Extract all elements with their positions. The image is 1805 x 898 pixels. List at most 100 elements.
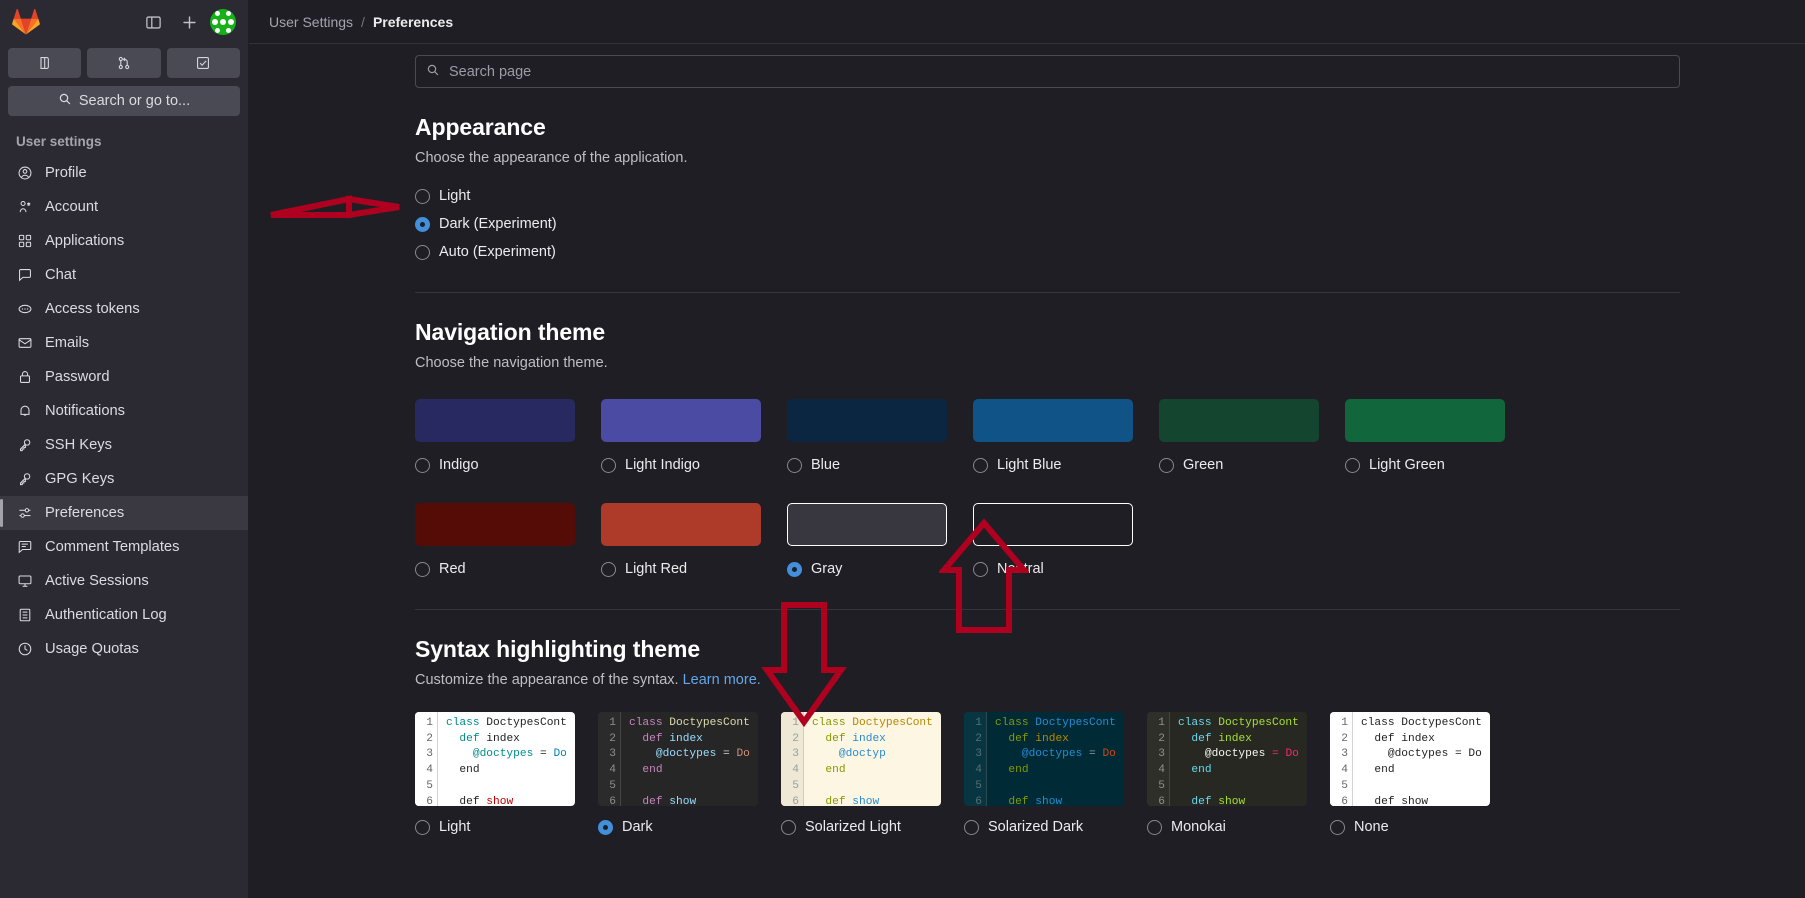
theme-radio-row[interactable]: Green	[1159, 453, 1319, 477]
sidebar-item-gpg-keys[interactable]: GPG Keys	[0, 462, 248, 496]
merge-requests-shortcut[interactable]	[87, 48, 161, 78]
syntax-theme-option-solarized-dark[interactable]: 1 2 3 4 5 6 class DoctypesCont def index …	[964, 712, 1124, 839]
navigation-theme-option-gray[interactable]: Gray	[787, 503, 947, 581]
navigation-theme-option-light-red[interactable]: Light Red	[601, 503, 761, 581]
todos-shortcut[interactable]	[166, 48, 240, 78]
sidebar-item-password[interactable]: Password	[0, 360, 248, 394]
radio-indicator	[415, 561, 430, 577]
syntax-radio-row[interactable]: Light	[415, 815, 575, 839]
appearance-title: Appearance	[415, 114, 546, 140]
navigation-theme-option-light-green[interactable]: Light Green	[1345, 399, 1505, 477]
theme-color-swatch[interactable]	[601, 399, 761, 442]
panel-toggle-icon[interactable]	[138, 7, 168, 37]
code-preview[interactable]: 1 2 3 4 5 6 class DoctypesCont def index …	[1330, 712, 1490, 806]
navigation-theme-option-green[interactable]: Green	[1159, 399, 1319, 477]
syntax-option-label: Light	[439, 819, 471, 835]
syntax-theme-option-solarized-light[interactable]: 1 2 3 4 5 6 class DoctypesCont def index …	[781, 712, 941, 839]
user-avatar[interactable]	[210, 9, 236, 35]
theme-option-label: Neutral	[997, 561, 1044, 577]
appearance-option-light[interactable]: Light	[415, 184, 1680, 208]
sidebar-item-account[interactable]: Account	[0, 190, 248, 224]
syntax-radio-row[interactable]: Solarized Light	[781, 815, 941, 839]
search-icon	[58, 92, 72, 110]
sidebar-item-notifications[interactable]: Notifications	[0, 394, 248, 428]
theme-radio-row[interactable]: Gray	[787, 557, 947, 581]
navigation-theme-option-light-blue[interactable]: Light Blue	[973, 399, 1133, 477]
theme-radio-row[interactable]: Blue	[787, 453, 947, 477]
syntax-theme-option-light[interactable]: 1 2 3 4 5 6 class DoctypesCont def index …	[415, 712, 575, 839]
theme-radio-row[interactable]: Red	[415, 557, 575, 581]
theme-radio-row[interactable]: Light Indigo	[601, 453, 761, 477]
theme-option-label: Indigo	[439, 457, 479, 473]
navigation-theme-option-indigo[interactable]: Indigo	[415, 399, 575, 477]
theme-radio-row[interactable]: Light Blue	[973, 453, 1133, 477]
comment-template-icon	[16, 539, 33, 556]
code-preview[interactable]: 1 2 3 4 5 6 class DoctypesCont def index …	[964, 712, 1124, 806]
theme-color-swatch[interactable]	[787, 503, 947, 546]
sidebar-item-applications[interactable]: Applications	[0, 224, 248, 258]
theme-color-swatch[interactable]	[1159, 399, 1319, 442]
appearance-option-auto[interactable]: Auto (Experiment)	[415, 240, 1680, 264]
sidebar-item-label: Access tokens	[45, 301, 140, 317]
sidebar-item-ssh-keys[interactable]: SSH Keys	[0, 428, 248, 462]
code-preview[interactable]: 1 2 3 4 5 6 class DoctypesCont def index …	[1147, 712, 1307, 806]
theme-option-label: Light Blue	[997, 457, 1062, 473]
syntax-theme-option-dark[interactable]: 1 2 3 4 5 6 class DoctypesCont def index …	[598, 712, 758, 839]
appearance-option-label: Dark (Experiment)	[439, 216, 557, 232]
syntax-radio-row[interactable]: Dark	[598, 815, 758, 839]
theme-color-swatch[interactable]	[787, 399, 947, 442]
theme-color-swatch[interactable]	[973, 503, 1133, 546]
radio-indicator	[787, 457, 802, 473]
breadcrumb-current: Preferences	[372, 13, 454, 30]
sidebar-item-profile[interactable]: Profile	[0, 156, 248, 190]
theme-radio-row[interactable]: Neutral	[973, 557, 1133, 581]
syntax-theme-option-monokai[interactable]: 1 2 3 4 5 6 class DoctypesCont def index …	[1147, 712, 1307, 839]
code-line-numbers: 1 2 3 4 5 6	[598, 712, 620, 806]
appearance-option-dark[interactable]: Dark (Experiment)	[415, 212, 1680, 236]
sidebar-item-chat[interactable]: Chat	[0, 258, 248, 292]
theme-color-swatch[interactable]	[601, 503, 761, 546]
gitlab-logo-icon[interactable]	[12, 8, 40, 36]
navigation-theme-option-red[interactable]: Red	[415, 503, 575, 581]
sidebar-item-usage-quotas[interactable]: Usage Quotas	[0, 632, 248, 666]
radio-indicator	[598, 819, 613, 835]
syntax-theme-grid: 1 2 3 4 5 6 class DoctypesCont def index …	[415, 712, 1680, 839]
sidebar-item-access-tokens[interactable]: Access tokens	[0, 292, 248, 326]
navigation-theme-option-neutral[interactable]: Neutral	[973, 503, 1133, 581]
search-input[interactable]: Search or go to...	[8, 86, 240, 116]
issues-shortcut[interactable]	[8, 48, 82, 78]
syntax-option-label: Monokai	[1171, 819, 1226, 835]
theme-radio-row[interactable]: Indigo	[415, 453, 575, 477]
code-preview[interactable]: 1 2 3 4 5 6 class DoctypesCont def index …	[598, 712, 758, 806]
theme-radio-row[interactable]: Light Red	[601, 557, 761, 581]
sidebar-item-active-sessions[interactable]: Active Sessions	[0, 564, 248, 598]
learn-more-link[interactable]: Learn more.	[683, 672, 761, 688]
syntax-theme-option-none[interactable]: 1 2 3 4 5 6 class DoctypesCont def index …	[1330, 712, 1490, 839]
sidebar-item-preferences[interactable]: Preferences	[0, 496, 248, 530]
theme-radio-row[interactable]: Light Green	[1345, 453, 1505, 477]
appearance-option-label: Auto (Experiment)	[439, 244, 556, 260]
code-line-numbers: 1 2 3 4 5 6	[415, 712, 437, 806]
theme-color-swatch[interactable]	[973, 399, 1133, 442]
sidebar-item-authentication-log[interactable]: Authentication Log	[0, 598, 248, 632]
code-lines: class DoctypesCont def index @doctyp end…	[803, 712, 941, 806]
theme-color-swatch[interactable]	[415, 503, 575, 546]
sidebar-item-emails[interactable]: Emails	[0, 326, 248, 360]
sidebar-item-comment-templates[interactable]: Comment Templates	[0, 530, 248, 564]
key-icon	[16, 437, 33, 454]
syntax-radio-row[interactable]: None	[1330, 815, 1490, 839]
navigation-theme-description: Choose the navigation theme.	[415, 355, 608, 371]
navigation-theme-option-blue[interactable]: Blue	[787, 399, 947, 477]
breadcrumb-parent[interactable]: User Settings	[269, 14, 353, 30]
search-page-input[interactable]: Search page	[415, 55, 1680, 88]
syntax-radio-row[interactable]: Solarized Dark	[964, 815, 1124, 839]
radio-indicator	[1345, 457, 1360, 473]
theme-color-swatch[interactable]	[1345, 399, 1505, 442]
plus-icon[interactable]	[174, 7, 204, 37]
lock-icon	[16, 369, 33, 386]
code-preview[interactable]: 1 2 3 4 5 6 class DoctypesCont def index …	[781, 712, 941, 806]
navigation-theme-option-light-indigo[interactable]: Light Indigo	[601, 399, 761, 477]
syntax-radio-row[interactable]: Monokai	[1147, 815, 1307, 839]
theme-color-swatch[interactable]	[415, 399, 575, 442]
code-preview[interactable]: 1 2 3 4 5 6 class DoctypesCont def index …	[415, 712, 575, 806]
